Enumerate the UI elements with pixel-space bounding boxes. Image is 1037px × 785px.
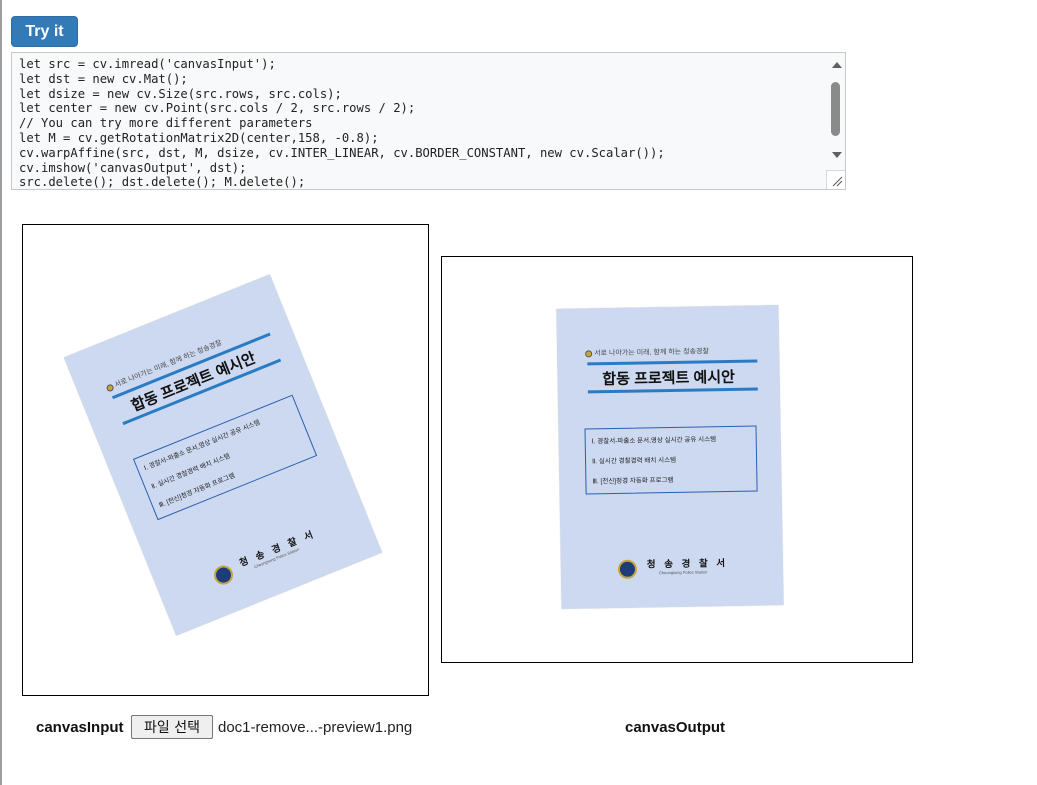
code-line: let dsize = new cv.Size(src.rows, src.co… (19, 86, 342, 101)
resize-grip-icon (832, 176, 843, 187)
code-line: // You can try more different parameters (19, 116, 313, 131)
doc-item-box: Ⅰ. 경찰서-파출소 문서,영상 실시간 공유 시스템 Ⅱ. 실시간 경찰경력 … (132, 394, 318, 521)
doc-item: Ⅲ. [천신]청경 자동화 프로그램 (592, 476, 674, 486)
emblem-icon (105, 383, 115, 393)
canvas-output: 서로 나아가는 미래, 함께 하는 청송경찰 합동 프로젝트 예시안 Ⅰ. 경찰… (441, 256, 913, 663)
page-left-rule (0, 0, 2, 785)
code-line: cv.imshow('canvasOutput', dst); (19, 160, 247, 175)
document-photo: 서로 나아가는 미래, 함께 하는 청송경찰 합동 프로젝트 예시안 Ⅰ. 경찰… (63, 274, 383, 636)
doc-item: Ⅱ. 실시간 경찰경력 배치 시스템 (592, 456, 677, 466)
output-doc-anchor: 서로 나아가는 미래, 함께 하는 청송경찰 합동 프로젝트 예시안 Ⅰ. 경찰… (556, 305, 892, 662)
doc-header-text: 서로 나아가는 미래, 함께 하는 청송경찰 (594, 348, 709, 358)
canvas-input-caption: canvasInput (36, 719, 124, 736)
vertical-scrollbar[interactable] (828, 53, 845, 173)
doc-org-subtitle: Cheongsong Police Station (658, 569, 708, 576)
code-line: let dst = new cv.Mat(); (19, 71, 188, 86)
selected-file-name: doc1-remove...-preview1.png (218, 719, 413, 736)
code-line: src.delete(); dst.delete(); M.delete(); (19, 175, 306, 190)
doc-item-box: Ⅰ. 경찰서-파출소 문서,영상 실시간 공유 시스템 Ⅱ. 실시간 경찰경력 … (584, 425, 758, 495)
scroll-down-arrow-icon[interactable] (832, 152, 842, 158)
canvas-output-caption: canvasOutput (625, 719, 726, 736)
file-choose-button[interactable]: 파일 선택 (131, 715, 213, 739)
try-it-button[interactable]: Try it (11, 16, 78, 47)
doc-item: Ⅰ. 경찰서-파출소 문서,영상 실시간 공유 시스템 (591, 436, 717, 446)
code-editor[interactable]: let src = cv.imread('canvasInput'); let d… (11, 52, 846, 190)
scroll-thumb[interactable] (831, 82, 840, 136)
doc-stripe (587, 359, 758, 366)
document-photo: 서로 나아가는 미래, 함께 하는 청송경찰 합동 프로젝트 예시안 Ⅰ. 경찰… (556, 305, 784, 609)
scroll-up-arrow-icon[interactable] (832, 62, 842, 68)
code-line: let center = new cv.Point(src.cols / 2, … (19, 101, 416, 116)
code-line: let M = cv.getRotationMatrix2D(center,15… (19, 130, 379, 145)
canvas-input: 서로 나아가는 미래, 함께 하는 청송경찰 합동 프로젝트 예시안 Ⅰ. 경찰… (22, 224, 429, 696)
code-line: let src = cv.imread('canvasInput'); (19, 57, 276, 71)
doc-header-small: 서로 나아가는 미래, 함께 하는 청송경찰 (585, 346, 709, 358)
doc-org-name: 청 송 경 찰 서 (238, 528, 318, 570)
police-emblem-icon (211, 562, 236, 588)
code-line: cv.warpAffine(src, dst, M, dsize, cv.INT… (19, 145, 665, 160)
police-emblem-icon (617, 559, 638, 579)
doc-title: 합동 프로젝트 예시안 (602, 368, 736, 389)
resize-handle[interactable] (826, 170, 845, 189)
doc-org-name: 청 송 경 찰 서 (646, 558, 729, 571)
code-text[interactable]: let src = cv.imread('canvasInput'); let d… (19, 57, 665, 190)
emblem-icon (585, 349, 593, 358)
input-doc-anchor: 서로 나아가는 미래, 함께 하는 청송경찰 합동 프로젝트 예시안 Ⅰ. 경찰… (63, 274, 428, 695)
